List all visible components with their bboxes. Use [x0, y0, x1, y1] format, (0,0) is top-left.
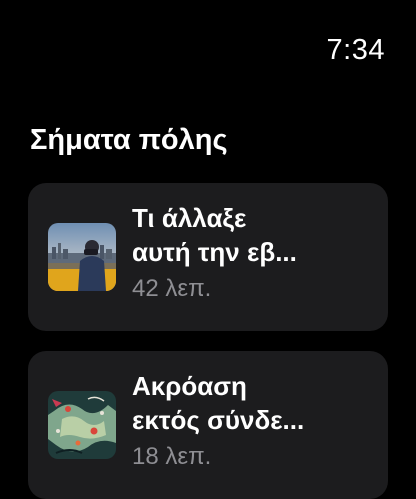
episode-title-line-2: εκτός σύνδε... — [132, 405, 305, 435]
city-portrait-artwork-icon — [48, 223, 116, 291]
episode-title-line-1: Τι άλλαξε — [132, 203, 247, 233]
episode-card[interactable]: Τι άλλαξε αυτή την εβ... 42 λεπ. — [28, 183, 388, 331]
map-abstract-artwork-icon — [48, 391, 116, 459]
episode-title-line-2: αυτή την εβ... — [132, 237, 297, 267]
section-title: Σήματα πόλης — [30, 124, 228, 156]
episode-info: Τι άλλαξε αυτή την εβ... 42 λεπ. — [132, 201, 372, 305]
episode-title: Τι άλλαξε αυτή την εβ... — [132, 201, 372, 269]
episode-artwork — [48, 223, 116, 291]
episode-info: Ακρόαση εκτός σύνδε... 18 λεπ. — [132, 369, 372, 473]
status-time: 7:34 — [326, 34, 385, 66]
episode-duration: 18 λεπ. — [132, 443, 212, 470]
episode-artwork — [48, 391, 116, 459]
episode-title-line-1: Ακρόαση — [132, 371, 247, 401]
episode-duration: 42 λεπ. — [132, 275, 212, 302]
episode-card[interactable]: Ακρόαση εκτός σύνδε... 18 λεπ. — [28, 351, 388, 499]
episode-title: Ακρόαση εκτός σύνδε... — [132, 369, 372, 437]
